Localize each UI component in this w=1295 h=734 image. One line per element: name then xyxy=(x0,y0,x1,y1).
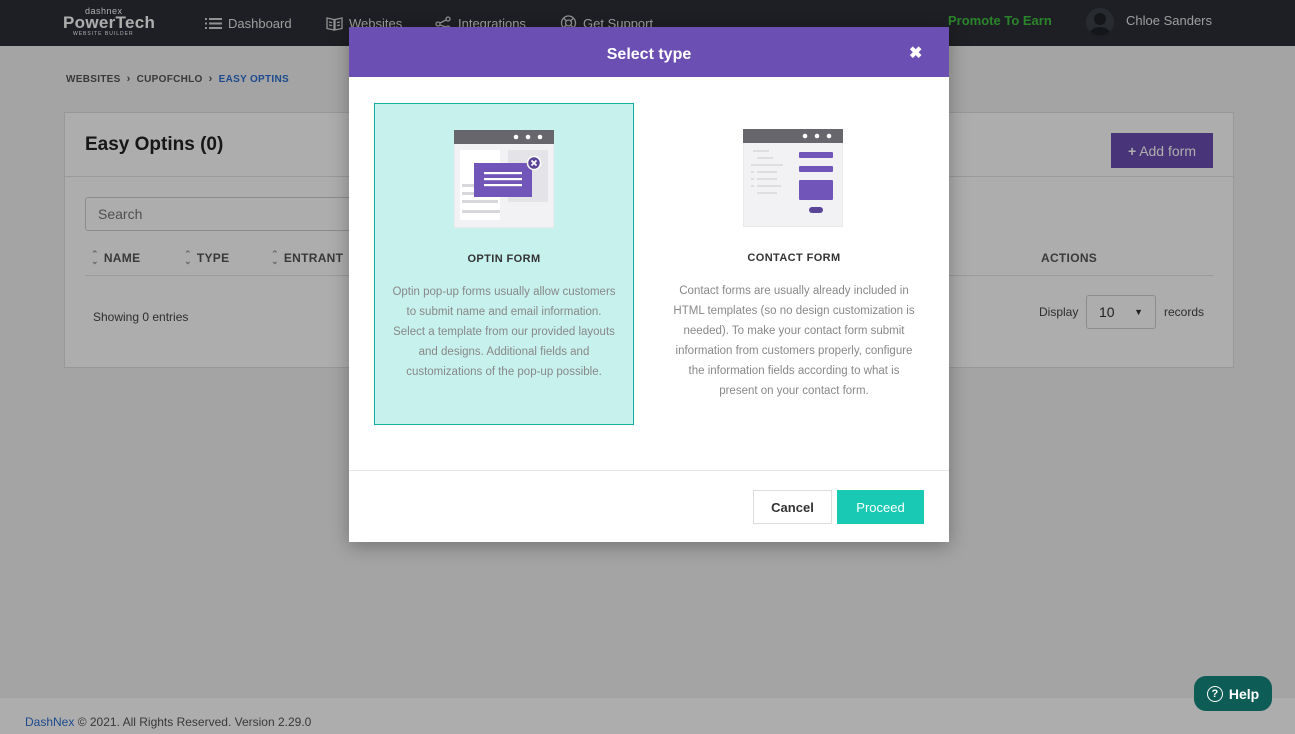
option-contact-form[interactable]: CONTACT FORM Contact forms are usually a… xyxy=(664,103,924,425)
select-type-modal: Select type ✖ OPTIN FORM Optin pop-up fo… xyxy=(349,27,949,542)
cancel-button[interactable]: Cancel xyxy=(753,490,832,524)
option-title: CONTACT FORM xyxy=(747,252,841,264)
question-icon: ? xyxy=(1206,685,1223,702)
optin-form-illustration xyxy=(454,130,554,228)
close-icon[interactable]: ✖ xyxy=(909,43,922,63)
modal-header: Select type ✖ xyxy=(349,27,949,77)
option-description: Contact forms are usually already includ… xyxy=(673,285,915,397)
modal-footer-divider xyxy=(349,470,949,471)
option-description: Optin pop-up forms usually allow custome… xyxy=(392,286,616,378)
option-optin-form[interactable]: OPTIN FORM Optin pop-up forms usually al… xyxy=(374,103,634,425)
proceed-button[interactable]: Proceed xyxy=(837,490,924,524)
help-button[interactable]: ? Help xyxy=(1194,676,1272,711)
modal-title: Select type xyxy=(606,46,692,63)
option-title: OPTIN FORM xyxy=(467,253,541,265)
contact-form-illustration xyxy=(743,129,843,227)
